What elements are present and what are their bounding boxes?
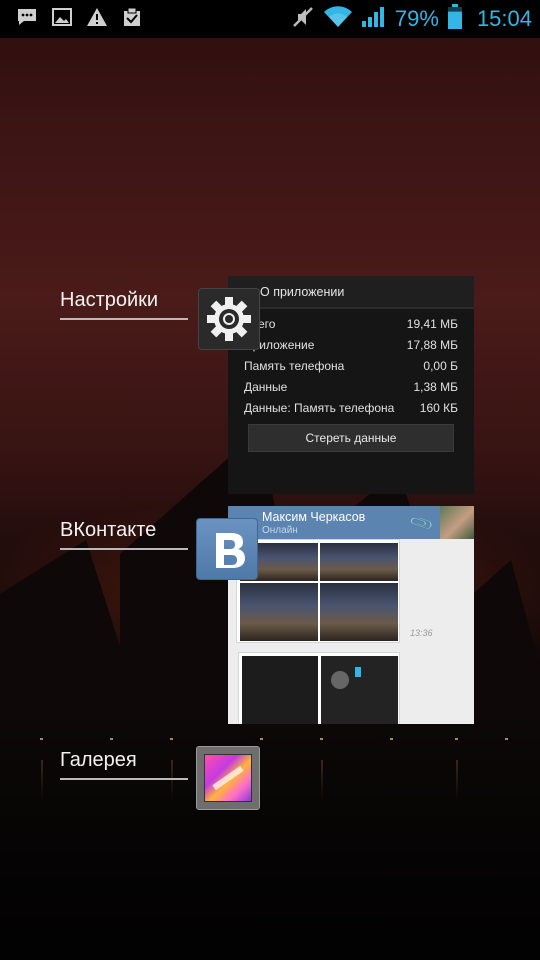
battery-percent: 79% [394,6,439,31]
info-row: Всего19,41 МБ [228,313,474,334]
mute-icon [291,5,315,34]
clock: 15:04 [476,6,532,31]
info-key: Данные [244,379,288,394]
info-value: 1,38 МБ [413,379,458,394]
clear-data-button: Стереть данные [248,424,454,452]
photo-thumb [240,583,318,641]
vk-logo-icon[interactable] [196,518,258,580]
contact-name: Максим Черкасов [262,510,366,524]
app-label-vk: ВКонтакте [60,519,157,541]
divider [60,778,188,780]
screenshot-message [238,652,400,724]
image-icon [52,7,72,31]
app-thumbnail-vk[interactable]: Максим Черкасов Онлайн 📎 13:36 [228,506,474,724]
info-row: Приложение 17,88 МБ [228,334,474,355]
status-bar: 79% 15:04 [0,0,540,38]
contact-status: Онлайн [262,525,298,536]
photo-message [236,539,400,643]
app-label-settings: Настройки [60,289,159,311]
message-icon [16,7,38,32]
photo-thumb [320,543,398,581]
clipboard-check-icon [122,7,142,32]
thumbnail-title: О приложении [228,276,474,309]
gear-icon[interactable] [198,288,260,350]
attach-icon: 📎 [409,512,436,537]
info-value: 160 КБ [419,400,458,415]
divider [60,318,188,320]
info-value: 17,88 МБ [406,337,458,352]
battery-icon [447,3,463,35]
info-key: Память телефона [244,358,345,373]
divider [60,548,188,550]
app-thumbnail-settings[interactable]: О приложении Всего19,41 МБ Приложение17,… [228,276,474,494]
info-value: 19,41 МБ [406,316,458,331]
info-row: Память телефона 0,00 Б [228,355,474,376]
chat-header: Максим Черкасов Онлайн 📎 [228,506,474,539]
avatar [440,506,474,539]
message-time: 13:36 [410,628,433,638]
photo-thumb [320,583,398,641]
gallery-icon[interactable] [196,746,260,810]
info-row: Данные: Память телефона 160 КБ [228,397,474,418]
info-value: 0,00 Б [423,358,458,373]
warning-icon [86,7,108,32]
app-label-gallery: Галерея [60,749,137,771]
signal-icon [361,6,387,33]
info-key: Данные: Память телефона [244,400,395,415]
info-row: Данные 1,38 МБ [228,376,474,397]
wifi-icon [323,5,353,33]
